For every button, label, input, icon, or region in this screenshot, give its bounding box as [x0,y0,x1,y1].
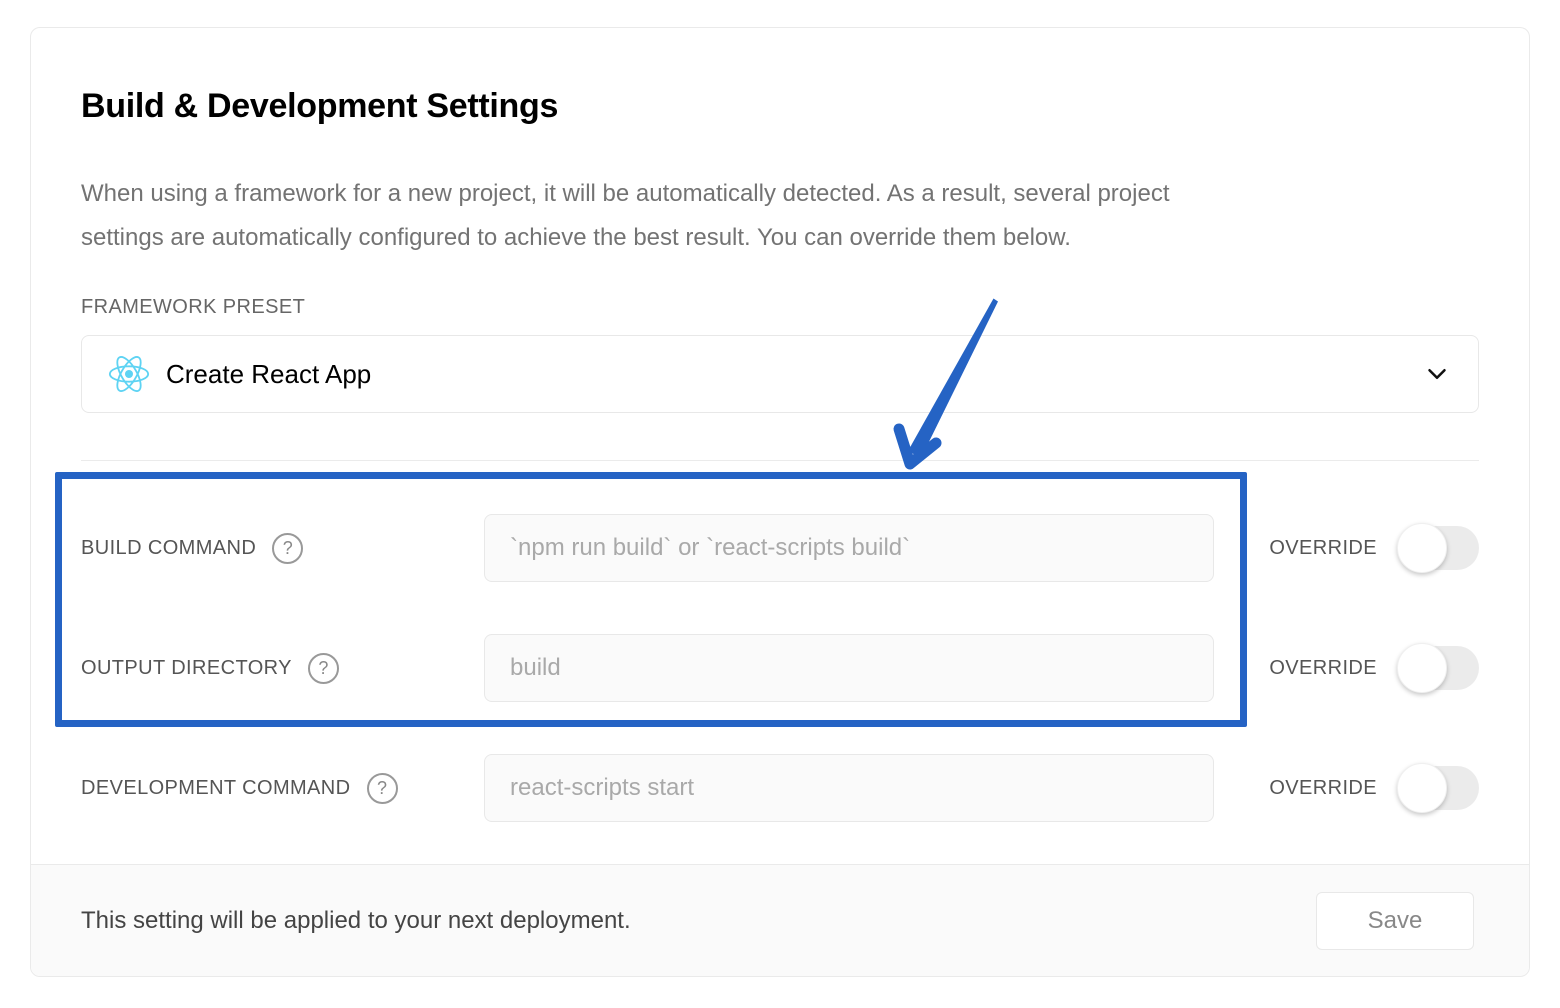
help-circle-icon[interactable]: ? [367,773,398,804]
help-circle-icon[interactable]: ? [308,653,339,684]
development-command-row: DEVELOPMENT COMMAND ? OVERRIDE [81,728,1479,848]
footer-note: This setting will be applied to your nex… [81,907,631,935]
override-label: OVERRIDE [1269,657,1377,680]
toggle-knob [1397,523,1447,573]
output-directory-label: OUTPUT DIRECTORY [81,657,292,680]
card-footer: This setting will be applied to your nex… [31,864,1529,976]
react-logo-icon [108,353,150,395]
build-settings-card: Build & Development Settings When using … [30,27,1530,977]
toggle-knob [1397,763,1447,813]
build-command-label: BUILD COMMAND [81,537,256,560]
page-title: Build & Development Settings [81,86,1479,126]
development-command-override-toggle[interactable] [1399,766,1479,810]
section-divider [81,460,1479,461]
help-circle-icon[interactable]: ? [272,533,303,564]
description-line: When using a framework for a new project… [81,172,1479,216]
build-command-override-toggle[interactable] [1399,526,1479,570]
build-command-input[interactable] [484,514,1214,582]
toggle-knob [1397,643,1447,693]
override-label: OVERRIDE [1269,537,1377,560]
build-command-row: BUILD COMMAND ? OVERRIDE [81,488,1479,608]
chevron-down-icon [1422,359,1452,389]
framework-preset-label: FRAMEWORK PRESET [81,296,1479,319]
save-button[interactable]: Save [1316,892,1474,950]
development-command-label: DEVELOPMENT COMMAND [81,777,351,800]
description-line: settings are automatically configured to… [81,216,1479,260]
output-directory-input[interactable] [484,634,1214,702]
framework-preset-select[interactable]: Create React App [81,335,1479,413]
settings-rows: BUILD COMMAND ? OVERRIDE OUTPUT DIRECTOR… [81,488,1479,848]
output-directory-override-toggle[interactable] [1399,646,1479,690]
output-directory-row: OUTPUT DIRECTORY ? OVERRIDE [81,608,1479,728]
override-label: OVERRIDE [1269,777,1377,800]
section-description: When using a framework for a new project… [81,172,1479,260]
development-command-input[interactable] [484,754,1214,822]
framework-preset-value: Create React App [166,359,371,390]
